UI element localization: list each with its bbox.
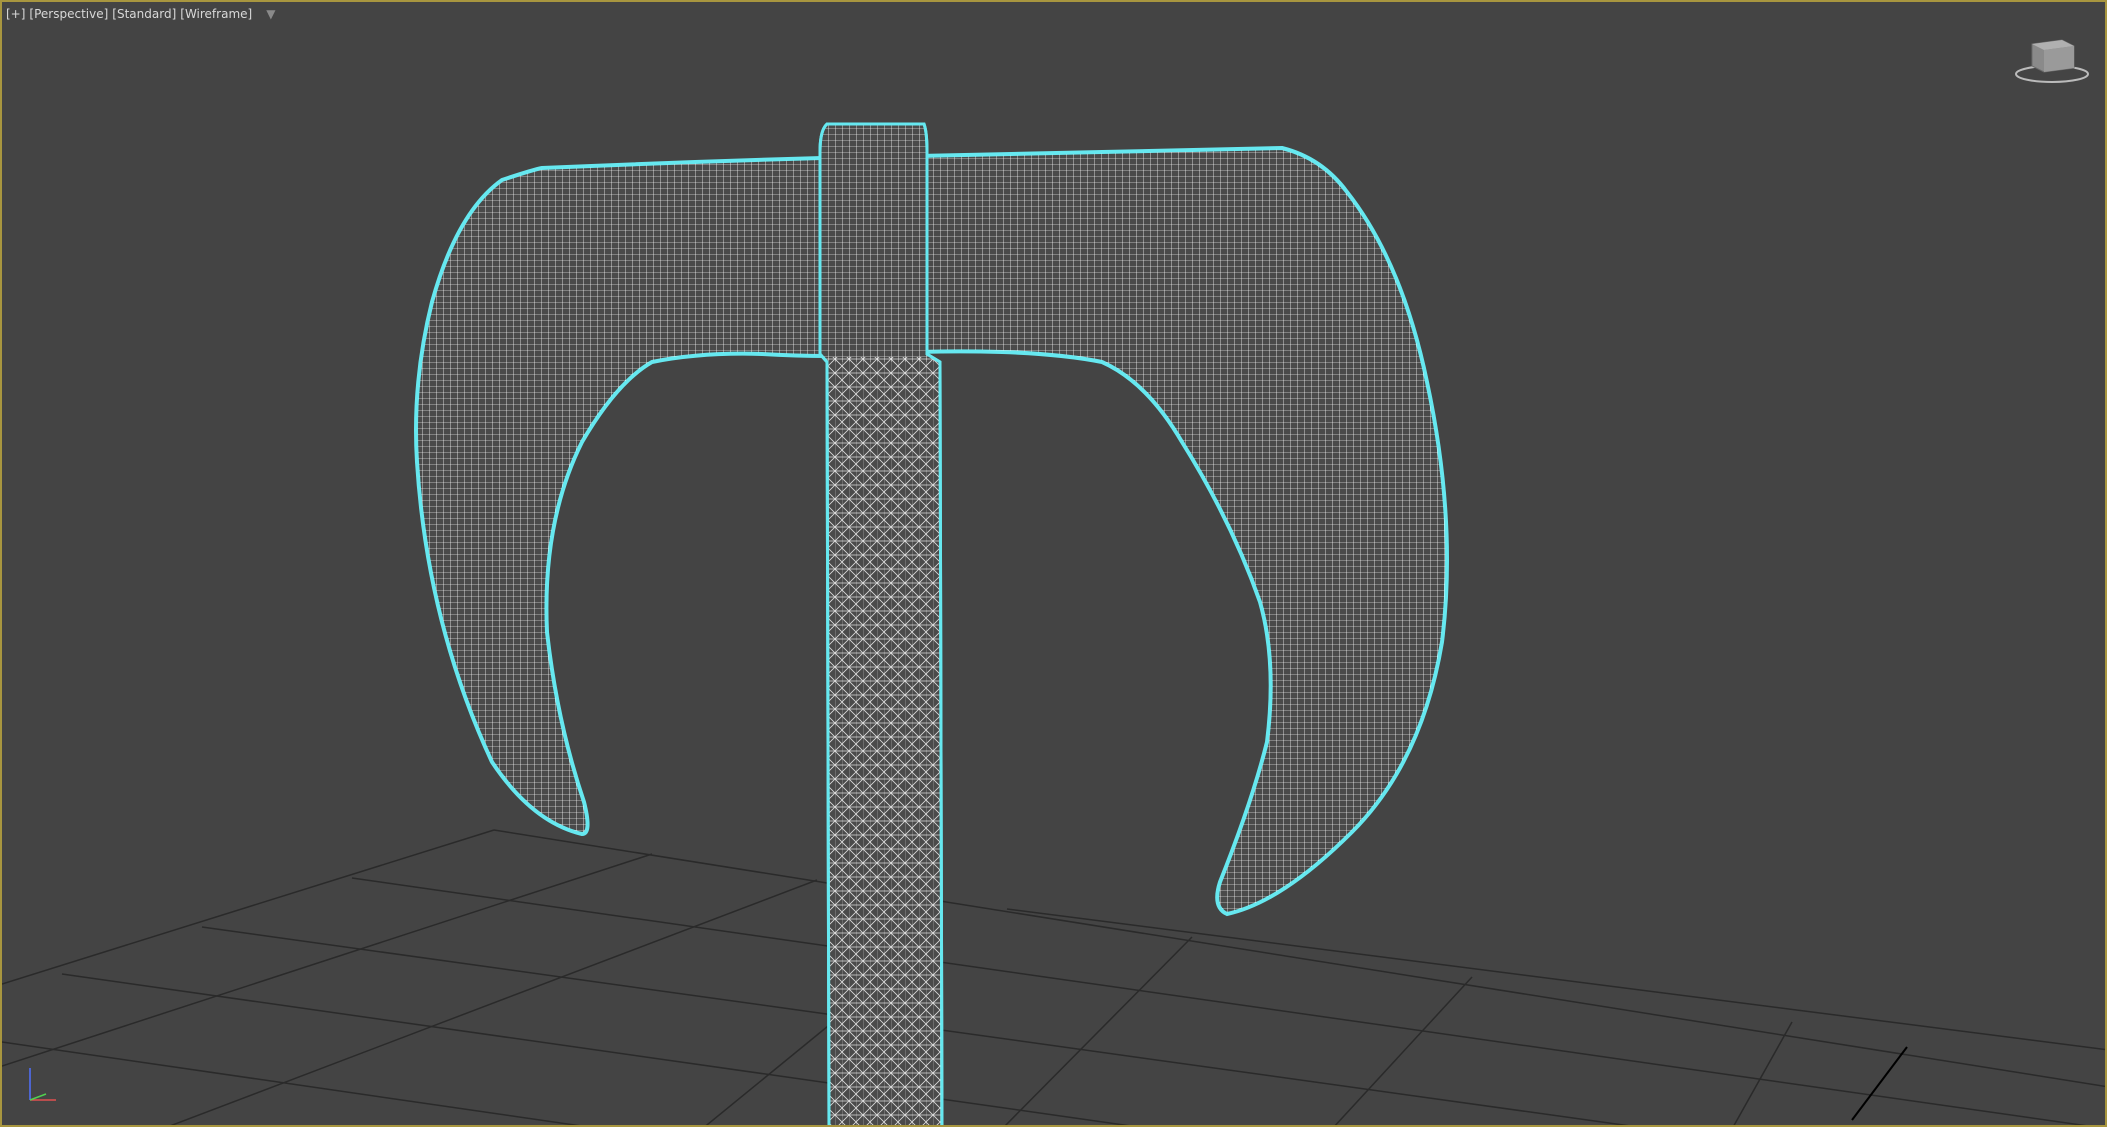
perspective-viewport[interactable]: [+] [Perspective] [Standard] [Wireframe]… <box>0 0 2107 1127</box>
viewport-point-of-view-menu[interactable]: [Perspective] <box>29 7 108 21</box>
funnel-icon[interactable]: ▼ <box>266 7 275 21</box>
viewport-general-menu[interactable]: [+] <box>6 7 25 21</box>
viewport-shading-menu[interactable]: [Wireframe] <box>180 7 252 21</box>
viewport-standard-menu[interactable]: [Standard] <box>112 7 176 21</box>
viewport-label-menu: [+] [Perspective] [Standard] [Wireframe]… <box>6 7 275 21</box>
ground-grid <box>2 829 2105 1125</box>
scene-canvas[interactable] <box>2 2 2107 1127</box>
viewcube-icon[interactable] <box>2012 36 2092 86</box>
axe-handle-mesh <box>818 122 944 1125</box>
axis-tripod-icon <box>29 1068 56 1101</box>
